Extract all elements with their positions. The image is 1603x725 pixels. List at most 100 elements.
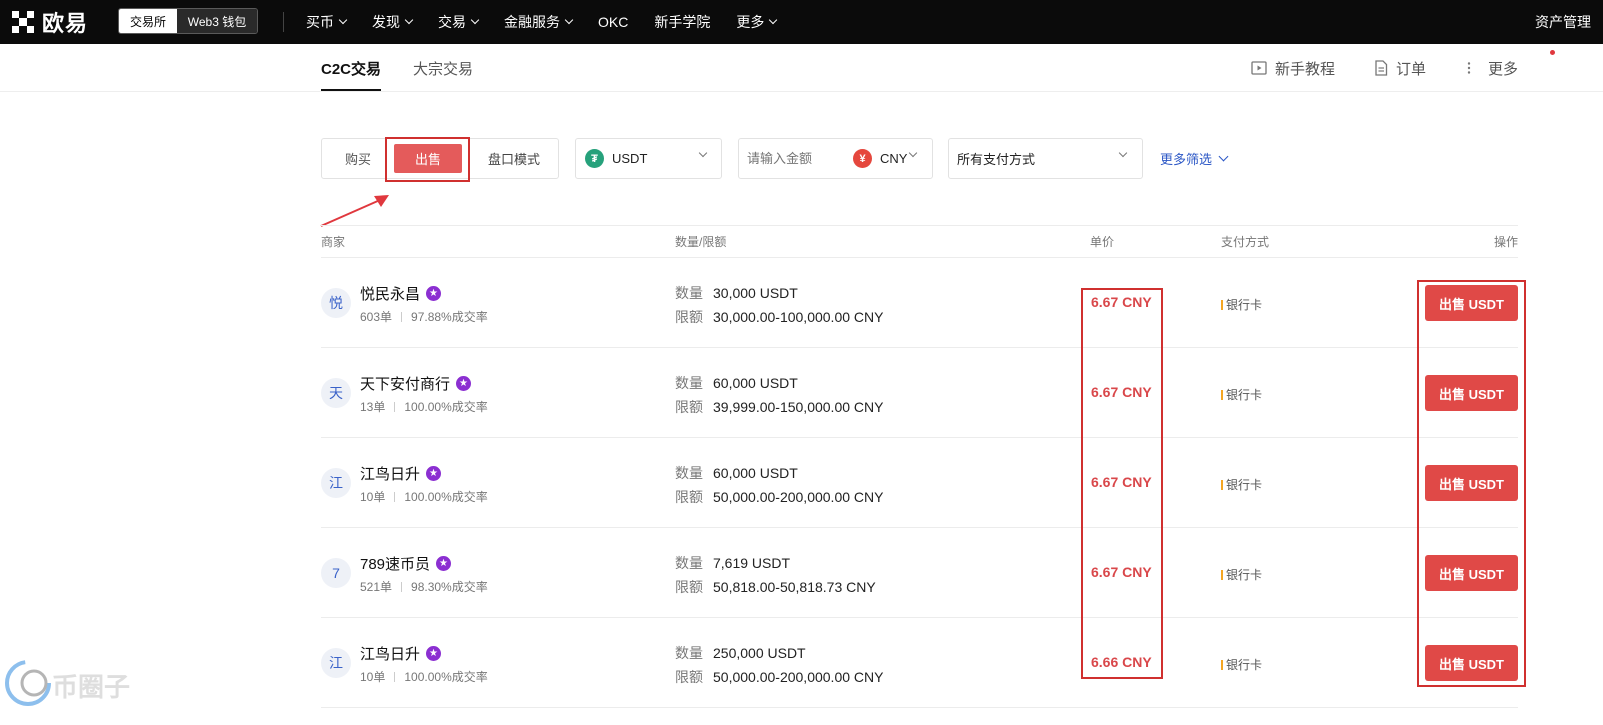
avatar[interactable]: 7 (321, 558, 351, 588)
table-row: 天 天下安付商行 ★ 13单 100.00%成交率 数量 60,000 USDT 限额… (321, 348, 1518, 438)
nav-item-trade[interactable]: 交易 (438, 12, 480, 32)
okx-logo-icon (12, 11, 34, 33)
limit-value: 50,000.00-200,000.00 CNY (713, 489, 884, 505)
merchant-name[interactable]: 江鸟日升 ★ (360, 643, 442, 664)
quantity-value: 30,000 USDT (713, 285, 798, 301)
cny-icon: ¥ (853, 149, 872, 168)
main-menu: 买币 发现 交易 金融服务 OKC 新手学院 更多 (306, 0, 802, 44)
document-icon (1375, 60, 1388, 76)
merchant-stats: 10单 100.00%成交率 (360, 488, 488, 505)
quantity: 数量 7,619 USDT (675, 553, 790, 573)
quantity-label: 数量 (675, 375, 703, 391)
nav-item-academy[interactable]: 新手学院 (654, 12, 710, 32)
completion-rate: 100.00%成交率 (404, 670, 488, 684)
avatar[interactable]: 天 (321, 378, 351, 408)
verified-star-icon: ★ (426, 646, 442, 661)
verified-star-icon: ★ (436, 556, 452, 571)
table-row: 悦 悦民永昌 ★ 603单 97.88%成交率 数量 30,000 USDT 限额 30… (321, 258, 1518, 348)
limit: 限额 30,000.00-100,000.00 CNY (675, 307, 883, 327)
order-count: 10单 (360, 490, 386, 504)
avatar[interactable]: 江 (321, 648, 351, 678)
nav-item-label: 发现 (372, 14, 400, 30)
nav-item-okc[interactable]: OKC (598, 14, 628, 30)
avatar[interactable]: 江 (321, 468, 351, 498)
limit-value: 50,000.00-200,000.00 CNY (713, 669, 884, 685)
quantity-value: 60,000 USDT (713, 465, 798, 481)
nav-divider (283, 12, 284, 32)
quantity-label: 数量 (675, 645, 703, 661)
payment-method-text: 银行卡 (1226, 478, 1263, 492)
chevron-down-icon (470, 15, 480, 25)
merchant-name[interactable]: 悦民永昌 ★ (360, 283, 442, 304)
merchant-name[interactable]: 789速币员 ★ (360, 553, 452, 574)
nav-item-buy-crypto[interactable]: 买币 (306, 12, 348, 32)
nav-item-label: 新手学院 (654, 14, 711, 30)
coin-select[interactable]: ₮ USDT (575, 138, 722, 179)
payment-method: 银行卡 (1221, 566, 1262, 583)
chevron-down-icon (564, 15, 574, 25)
nav-item-discover[interactable]: 发现 (372, 12, 414, 32)
chevron-down-icon (404, 15, 414, 25)
quantity: 数量 250,000 USDT (675, 643, 806, 663)
annotation-arrow-icon (320, 195, 389, 227)
more-filters-link[interactable]: 更多筛选 (1160, 138, 1229, 179)
payment-method: 银行卡 (1221, 296, 1262, 313)
orders-link[interactable]: 订单 (1374, 44, 1426, 92)
quantity-value: 250,000 USDT (713, 645, 806, 661)
payment-method-text: 银行卡 (1226, 658, 1263, 672)
annotation-highlight-sell-buttons (1417, 280, 1526, 687)
more-menu-link[interactable]: 更多 (1466, 44, 1518, 92)
mode-exchange-tab[interactable]: 交易所 (119, 9, 177, 33)
tutorial-link[interactable]: 新手教程 (1251, 44, 1335, 92)
tab-block-trade[interactable]: 大宗交易 (413, 44, 473, 92)
chevron-down-icon (338, 15, 348, 25)
merchant-name-text: 789速币员 (360, 556, 431, 573)
nav-item-label: 买币 (306, 14, 334, 30)
header-action: 操作 (1493, 235, 1518, 249)
merchant-name-text: 江鸟日升 (360, 466, 421, 483)
verified-star-icon: ★ (456, 376, 472, 391)
chevron-down-icon (698, 148, 708, 158)
limit-label: 限额 (675, 309, 703, 325)
limit-value: 50,818.00-50,818.73 CNY (713, 579, 876, 595)
quantity: 数量 60,000 USDT (675, 373, 798, 393)
payment-method-text: 银行卡 (1226, 298, 1263, 312)
payment-method: 银行卡 (1221, 656, 1262, 673)
payment-method-select[interactable]: 所有支付方式 (948, 138, 1143, 179)
page: 欧易 交易所 Web3 钱包 买币 发现 交易 金融服务 OKC 新手学院 更多… (0, 0, 1603, 725)
nav-item-finance[interactable]: 金融服务 (504, 12, 574, 32)
header-payment: 支付方式 (1221, 235, 1270, 249)
order-count: 603单 (360, 310, 393, 324)
orders-label: 订单 (1396, 60, 1427, 78)
verified-star-icon: ★ (426, 466, 442, 481)
mode-switch: 交易所 Web3 钱包 (118, 8, 258, 34)
tab-c2c[interactable]: C2C交易 (321, 44, 382, 92)
header-quantity-limit: 数量/限额 (675, 235, 727, 249)
merchant-name[interactable]: 天下安付商行 ★ (360, 373, 472, 394)
more-label: 更多 (1488, 60, 1519, 78)
payment-method-text: 银行卡 (1226, 388, 1263, 402)
order-count: 521单 (360, 580, 393, 594)
brand-logo[interactable]: 欧易 (12, 9, 88, 36)
limit-label: 限额 (675, 669, 703, 685)
nav-item-label: 更多 (736, 14, 765, 30)
merchant-name[interactable]: 江鸟日升 ★ (360, 463, 442, 484)
limit-label: 限额 (675, 489, 703, 505)
table-row: 7 789速币员 ★ 521单 98.30%成交率 数量 7,619 USDT 限额 5… (321, 528, 1518, 618)
payment-method: 银行卡 (1221, 476, 1262, 493)
merchant-stats: 10单 100.00%成交率 (360, 668, 488, 685)
orderbook-mode-tab[interactable]: 盘口模式 (472, 139, 556, 178)
table-header: 商家 数量/限额 单价 支付方式 操作 (321, 225, 1518, 258)
play-video-icon (1251, 61, 1267, 75)
amount-input[interactable] (747, 151, 845, 166)
buy-tab[interactable]: 购买 (322, 139, 394, 178)
mode-web3-tab[interactable]: Web3 钱包 (177, 9, 257, 33)
amount-fiat-group: ¥ CNY (738, 138, 933, 179)
fiat-select-value[interactable]: CNY (880, 151, 907, 166)
payment-method-value: 所有支付方式 (957, 152, 1036, 167)
avatar[interactable]: 悦 (321, 288, 351, 318)
completion-rate: 100.00%成交率 (404, 400, 488, 414)
asset-management-link[interactable]: 资产管理 (1535, 0, 1591, 44)
nav-item-more[interactable]: 更多 (736, 12, 778, 32)
limit-value: 30,000.00-100,000.00 CNY (713, 309, 884, 325)
